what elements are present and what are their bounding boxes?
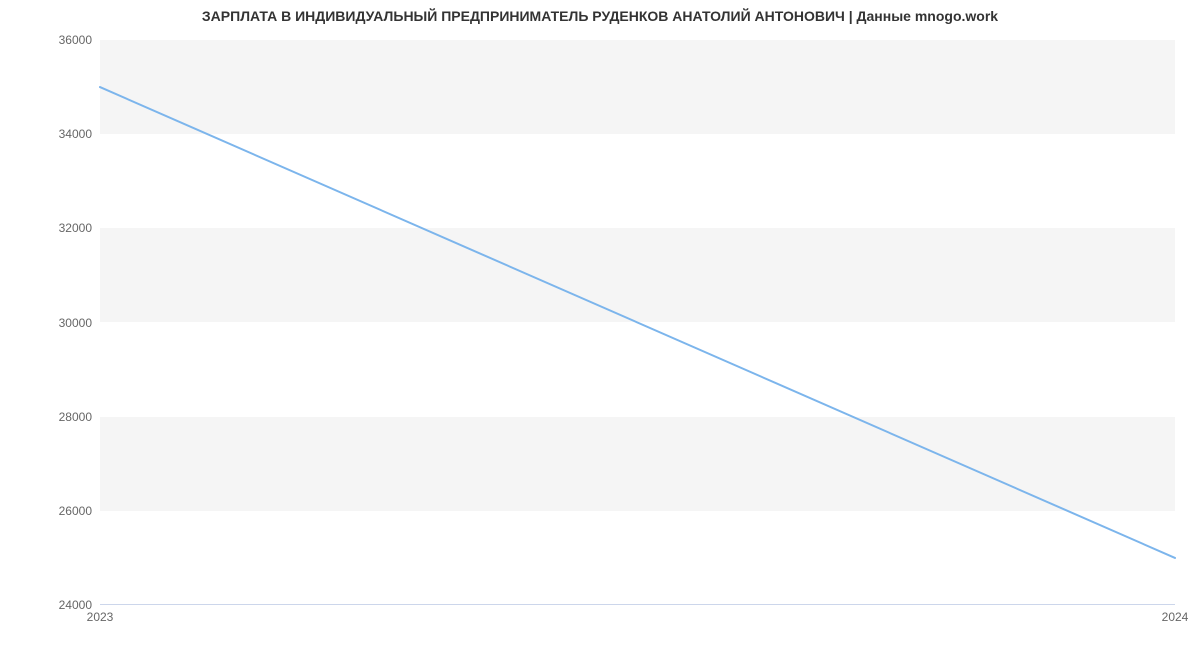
y-tick-label: 26000 — [32, 504, 92, 518]
y-tick-label: 28000 — [32, 410, 92, 424]
y-tick-label: 32000 — [32, 221, 92, 235]
x-tick-label: 2023 — [87, 610, 114, 624]
chart-title: ЗАРПЛАТА В ИНДИВИДУАЛЬНЫЙ ПРЕДПРИНИМАТЕЛ… — [0, 8, 1200, 24]
y-tick-label: 24000 — [32, 598, 92, 612]
plot-area — [100, 40, 1175, 605]
y-tick-label: 34000 — [32, 127, 92, 141]
y-tick-label: 36000 — [32, 33, 92, 47]
chart-container: ЗАРПЛАТА В ИНДИВИДУАЛЬНЫЙ ПРЕДПРИНИМАТЕЛ… — [0, 0, 1200, 650]
x-tick-label: 2024 — [1162, 610, 1189, 624]
line-layer — [100, 40, 1175, 605]
y-tick-label: 30000 — [32, 316, 92, 330]
series-line — [100, 87, 1175, 558]
